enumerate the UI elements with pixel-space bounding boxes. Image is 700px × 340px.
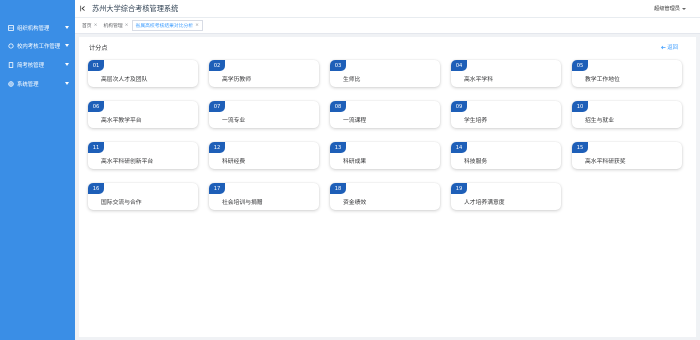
- tab-label: 省属高校考核结果对比分析: [135, 24, 194, 29]
- card-number-badge: 07: [209, 101, 225, 112]
- card-label: 高水平科研获奖: [585, 159, 626, 165]
- tab-bar: 首页 × 机构管理 × 省属高校考核结果对比分析 ×: [75, 18, 700, 34]
- main-content: 计分点 返回 01 高层次人才及团队 02 高学历教师 03 生师比 04 高水平学科 05 教学…: [79, 37, 696, 337]
- sidebar-item-eval-management[interactable]: 简考核管理: [0, 56, 75, 74]
- card-number-badge: 14: [451, 142, 467, 153]
- card-number-badge: 12: [209, 142, 225, 153]
- indicator-card[interactable]: 08 一流课程: [330, 101, 440, 128]
- indicator-card[interactable]: 02 高学历教师: [209, 60, 319, 87]
- sidebar-item-system-management[interactable]: 系统管理: [0, 75, 75, 93]
- app-title: 苏州大学综合考核管理系统: [92, 3, 179, 13]
- menu-toggle-icon[interactable]: [79, 5, 87, 13]
- indicator-card[interactable]: 16 国际交流与合作: [88, 183, 198, 210]
- chevron-down-icon: [65, 82, 69, 85]
- chevron-down-icon: [65, 63, 69, 66]
- indicator-card[interactable]: 11 高水平科研创新平台: [88, 142, 198, 169]
- card-number-badge: 06: [88, 101, 104, 112]
- tab-org-management[interactable]: 机构管理 ×: [100, 20, 131, 31]
- card-label: 人才培养满意度: [464, 200, 505, 206]
- card-label: 资金绩效: [343, 200, 367, 206]
- user-label: 超级管理员: [654, 6, 680, 12]
- back-arrow-icon: [661, 45, 666, 49]
- card-label: 生师比: [343, 77, 361, 83]
- chevron-down-icon: [65, 26, 69, 29]
- card-number-badge: 15: [572, 142, 588, 153]
- indicator-card[interactable]: 15 高水平科研获奖: [572, 142, 682, 169]
- sidebar: 组织机构管理 校内考核工作管理 简考核管理 系统管理: [0, 0, 75, 340]
- eval-icon: [8, 62, 14, 68]
- card-label: 高水平科研创新平台: [101, 159, 154, 165]
- card-number-badge: 03: [330, 60, 346, 71]
- card-number-badge: 11: [88, 142, 104, 153]
- sidebar-item-label: 简考核管理: [17, 63, 44, 69]
- card-number-badge: 01: [88, 60, 104, 71]
- indicator-card[interactable]: 14 科技服务: [451, 142, 561, 169]
- tab-home[interactable]: 首页 ×: [79, 20, 100, 31]
- user-menu[interactable]: 超级管理员: [654, 5, 686, 12]
- close-icon[interactable]: ×: [195, 23, 199, 28]
- card-label: 高层次人才及团队: [101, 77, 148, 83]
- card-label: 科研经费: [222, 159, 246, 165]
- card-label: 高水平学科: [464, 77, 493, 83]
- sidebar-item-work-management[interactable]: 校内考核工作管理: [0, 37, 75, 55]
- indicator-card[interactable]: 04 高水平学科: [451, 60, 561, 87]
- card-number-badge: 05: [572, 60, 588, 71]
- card-label: 一流课程: [343, 118, 367, 124]
- card-label: 教学工作地位: [585, 77, 620, 83]
- card-label: 国际交流与合作: [101, 200, 142, 206]
- top-header: 苏州大学综合考核管理系统 超级管理员: [75, 0, 700, 18]
- tab-comparison-analysis[interactable]: 省属高校考核结果对比分析 ×: [131, 20, 203, 31]
- indicator-card[interactable]: 01 高层次人才及团队: [88, 60, 198, 87]
- indicator-card[interactable]: 07 一流专业: [209, 101, 319, 128]
- card-label: 学生培养: [464, 118, 488, 124]
- card-label: 科技服务: [464, 159, 488, 165]
- indicator-card[interactable]: 09 学生培养: [451, 101, 561, 128]
- card-label: 招生与就业: [585, 118, 614, 124]
- indicator-card[interactable]: 06 高水平教学平台: [88, 101, 198, 128]
- settings-icon: [8, 81, 14, 87]
- close-icon[interactable]: ×: [125, 23, 129, 28]
- org-icon: [8, 25, 14, 31]
- indicator-card[interactable]: 10 招生与就业: [572, 101, 682, 128]
- indicator-card[interactable]: 13 科研成果: [330, 142, 440, 169]
- card-number-badge: 18: [330, 183, 346, 194]
- card-label: 高学历教师: [222, 77, 251, 83]
- indicator-card[interactable]: 19 人才培养满意度: [451, 183, 561, 210]
- back-button[interactable]: 返回: [661, 43, 678, 51]
- tab-label: 机构管理: [103, 24, 123, 29]
- card-number-badge: 02: [209, 60, 225, 71]
- indicator-card[interactable]: 05 教学工作地位: [572, 60, 682, 87]
- indicator-card[interactable]: 17 社会培训与捐赠: [209, 183, 319, 210]
- card-number-badge: 17: [209, 183, 225, 194]
- card-number-badge: 19: [451, 183, 467, 194]
- card-label: 社会培训与捐赠: [222, 200, 263, 206]
- card-label: 科研成果: [343, 159, 367, 165]
- indicator-card[interactable]: 12 科研经费: [209, 142, 319, 169]
- indicator-card[interactable]: 03 生师比: [330, 60, 440, 87]
- indicator-card[interactable]: 18 资金绩效: [330, 183, 440, 210]
- card-number-badge: 08: [330, 101, 346, 112]
- card-number-badge: 04: [451, 60, 467, 71]
- card-label: 一流专业: [222, 118, 246, 124]
- work-icon: [8, 43, 14, 49]
- card-number-badge: 09: [451, 101, 467, 112]
- close-icon[interactable]: ×: [94, 23, 98, 28]
- chevron-down-icon: [65, 44, 69, 47]
- section-title: 计分点: [89, 45, 108, 52]
- card-number-badge: 16: [88, 183, 104, 194]
- tab-label: 首页: [82, 24, 92, 29]
- sidebar-item-org-management[interactable]: 组织机构管理: [0, 19, 75, 37]
- sidebar-item-label: 组织机构管理: [17, 26, 50, 32]
- sidebar-item-label: 系统管理: [17, 82, 39, 88]
- chevron-down-icon: [682, 7, 686, 10]
- back-label: 返回: [667, 45, 678, 51]
- card-number-badge: 13: [330, 142, 346, 153]
- sidebar-item-label: 校内考核工作管理: [17, 44, 61, 50]
- card-number-badge: 10: [572, 101, 588, 112]
- card-label: 高水平教学平台: [101, 118, 142, 124]
